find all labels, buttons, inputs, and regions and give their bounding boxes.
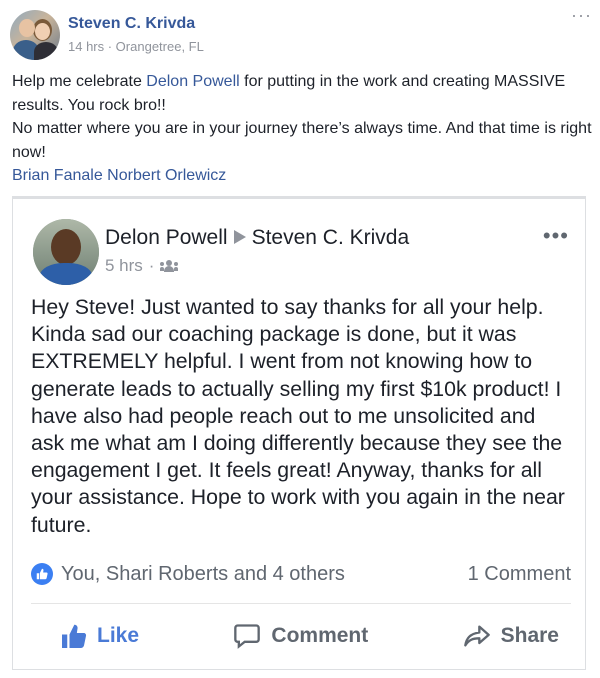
share-button[interactable]: Share [451,624,571,648]
shared-post-body: Hey Steve! Just wanted to say thanks for… [31,295,565,537]
comment-icon [233,623,261,649]
friends-icon[interactable] [160,260,179,272]
more-options-icon[interactable]: ··· [571,6,592,24]
action-bar: Like Comment Share [31,611,571,661]
like-button[interactable]: Like [31,624,151,648]
author-avatar[interactable] [10,10,60,60]
divider [31,603,571,604]
shared-recipient-name[interactable]: Steven C. Krivda [252,226,410,249]
share-label: Share [500,624,559,647]
post-text-part: No matter where you are in your journey … [12,120,592,161]
like-reaction-icon [31,563,53,585]
header-text: Steven C. Krivda 14 hrs · Orangetree, FL [68,14,204,56]
shared-post-meta: 5 hrs · [105,255,409,277]
shared-post-time[interactable]: 5 hrs [105,255,143,277]
thumbs-up-icon [61,624,87,648]
shared-post-names: Delon Powell Steven C. Krivda [105,225,409,251]
meta-separator: · [148,256,155,275]
shared-post-card: Delon Powell Steven C. Krivda 5 hrs · •••… [12,196,586,670]
post-header: Steven C. Krivda 14 hrs · Orangetree, FL [10,10,204,60]
post-text: Help me celebrate Delon Powell for putti… [12,70,592,188]
mention-link[interactable]: Delon Powell [146,73,239,90]
reactions-text: You, Shari Roberts and 4 others [61,562,345,585]
post-meta[interactable]: 14 hrs · Orangetree, FL [68,38,204,56]
comment-label: Comment [271,624,369,647]
arrow-right-icon [233,229,246,244]
tagged-people-link[interactable]: Brian Fanale Norbert Orlewicz [12,167,226,184]
like-label: Like [97,624,140,647]
reactions-bar: You, Shari Roberts and 4 others 1 Commen… [31,559,571,589]
comment-button[interactable]: Comment [221,623,380,649]
comments-count[interactable]: 1 Comment [468,563,571,586]
shared-author-name[interactable]: Delon Powell [105,226,228,249]
post-text-part: Help me celebrate [12,73,147,90]
author-name[interactable]: Steven C. Krivda [68,14,204,34]
reactions-summary[interactable]: You, Shari Roberts and 4 others [31,563,345,586]
shared-post-header: Delon Powell Steven C. Krivda 5 hrs · [105,225,409,277]
share-icon [463,624,491,648]
shared-author-avatar[interactable] [33,219,99,285]
shared-more-options-icon[interactable]: ••• [543,225,569,247]
